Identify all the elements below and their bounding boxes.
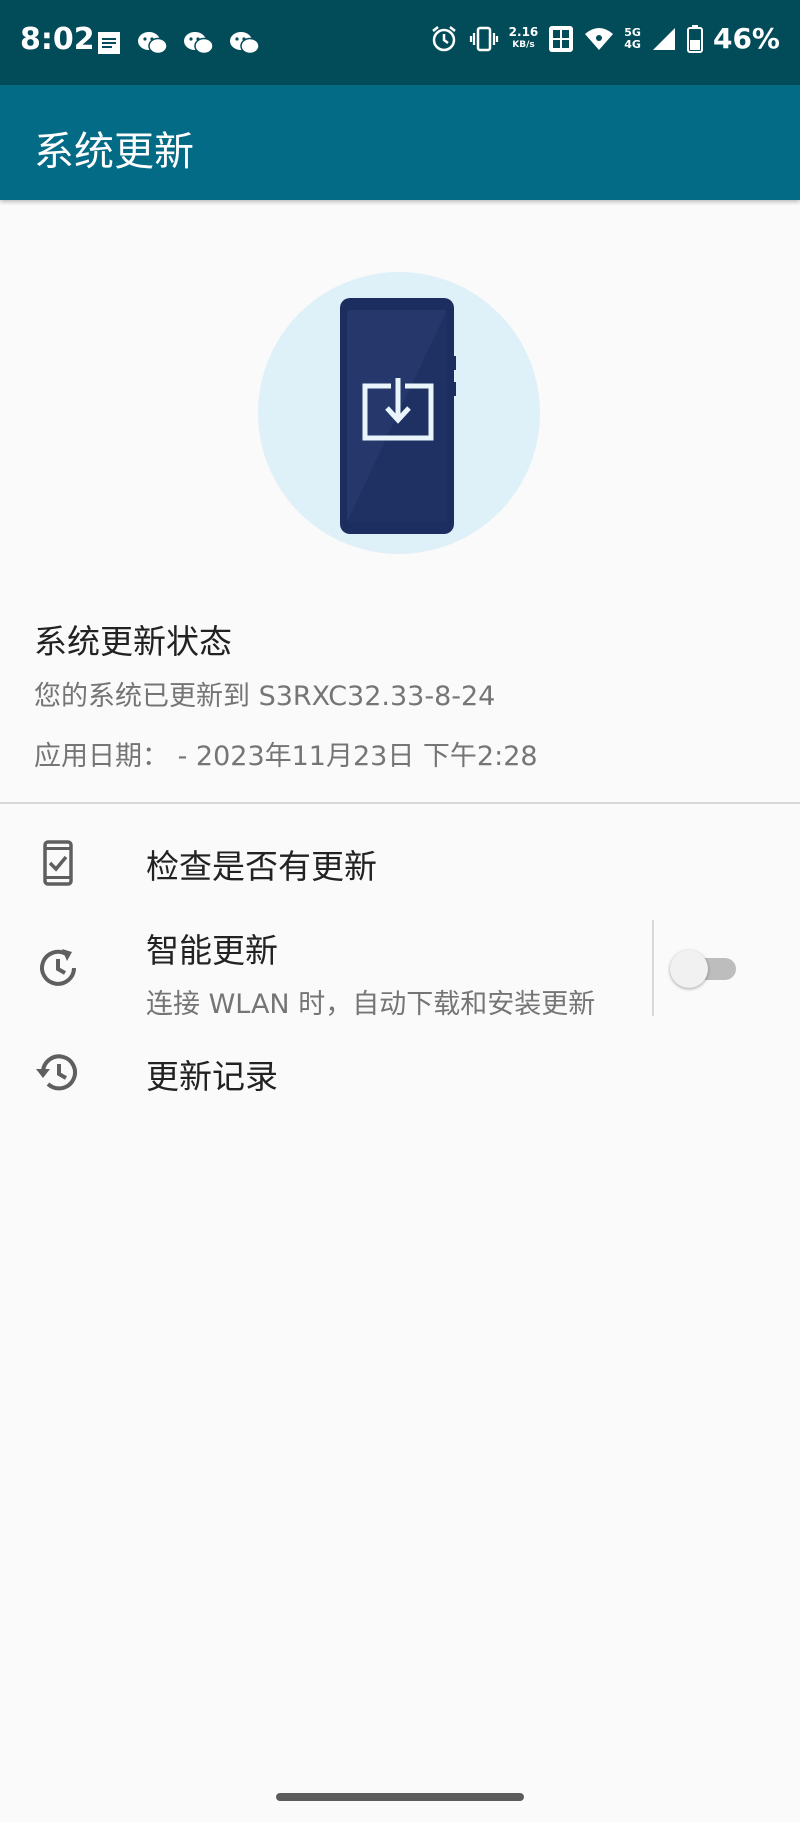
notification-icons	[95, 30, 261, 56]
history-icon	[36, 1054, 77, 1091]
app-bar: 系统更新	[0, 85, 800, 200]
wechat-icon	[138, 32, 168, 55]
phone-download-illustration	[258, 272, 540, 554]
status-bar: 8:02 2.16 KB/s 5G 4G 46%	[0, 0, 800, 85]
check-updates-label: 检查是否有更新	[146, 847, 377, 886]
hd-icon	[549, 25, 574, 52]
wechat-icon	[230, 32, 260, 55]
network-type: 5G 4G	[624, 25, 641, 51]
status-time: 8:02	[20, 22, 95, 57]
smart-update-description: 连接 WLAN 时，自动下载和安装更新	[146, 989, 596, 1020]
update-history-label: 更新记录	[146, 1057, 278, 1096]
divider	[0, 802, 800, 804]
phone-check-icon	[43, 840, 73, 886]
vibrate-icon	[469, 26, 498, 51]
home-indicator[interactable]	[276, 1793, 524, 1801]
toggle-thumb	[670, 950, 708, 988]
signal-icon	[652, 27, 675, 50]
network-type-top: 5G	[624, 25, 641, 39]
status-description: 您的系统已更新到 S3RXC32.33-8-24	[34, 681, 496, 712]
battery-percentage: 46%	[712, 22, 780, 55]
status-title: 系统更新状态	[34, 622, 232, 661]
status-date: 应用日期： - 2023年11月23日 下午2:28	[34, 741, 538, 772]
network-speed: 2.16 KB/s	[508, 24, 539, 52]
system-status-icons: 2.16 KB/s 5G 4G 46%	[429, 22, 780, 55]
page-title: 系统更新	[34, 129, 194, 175]
wifi-icon	[585, 27, 614, 50]
smart-update-toggle[interactable]	[670, 948, 740, 988]
alarm-icon	[431, 25, 456, 51]
network-speed-value: 2.16	[508, 24, 539, 39]
smart-update-label: 智能更新	[146, 931, 278, 970]
notes-icon	[98, 32, 120, 54]
network-type-bottom: 4G	[624, 37, 641, 51]
clock-refresh-icon	[40, 949, 76, 986]
wechat-icon	[184, 32, 214, 55]
battery-icon	[686, 24, 703, 53]
toggle-divider	[652, 920, 654, 1016]
network-speed-unit: KB/s	[512, 39, 535, 50]
